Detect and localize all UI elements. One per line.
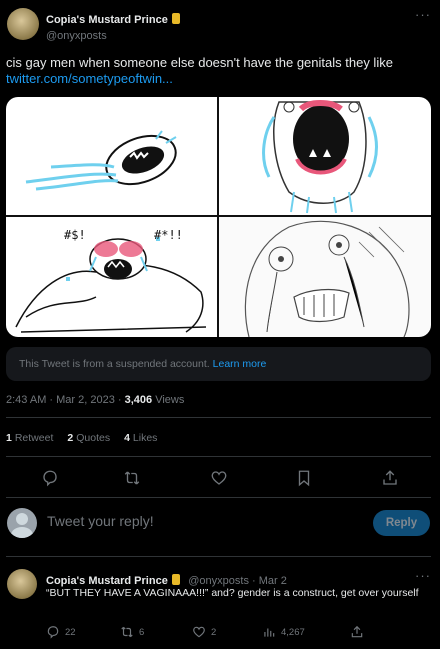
media-text-symbols-left: #$! (64, 228, 86, 242)
reply-icon[interactable] (41, 469, 59, 487)
retweets-stat[interactable]: 1 Retweet (6, 432, 53, 444)
verified-badge-icon (171, 13, 180, 24)
bookmark-icon[interactable] (295, 469, 313, 487)
reply-button[interactable]: Reply (373, 510, 430, 536)
media-image-3[interactable]: #$! #*!! (6, 217, 217, 337)
retweet-icon[interactable] (123, 469, 141, 487)
learn-more-link[interactable]: Learn more (213, 358, 267, 370)
reply-text: “BUT THEY HAVE A VAGINAAA!!!” and? gende… (46, 587, 419, 599)
like-icon[interactable] (210, 469, 228, 487)
tweet-meta: 2:43 AM · Mar 2, 2023 · 3,406 Views (6, 394, 184, 406)
quotes-stat[interactable]: 2 Quotes (67, 432, 110, 444)
replies-count: 22 (65, 626, 76, 638)
tweet-link[interactable]: twitter.com/sometypeoftwin... (6, 71, 173, 86)
views-label: Views (152, 394, 185, 406)
share-icon[interactable] (381, 469, 399, 487)
media-image-2[interactable] (219, 97, 431, 215)
reply-views[interactable]: 4,267 (262, 625, 305, 639)
views-count: 4,267 (281, 626, 305, 638)
reply-author-avatar[interactable] (7, 569, 37, 599)
reply-icon (47, 626, 59, 639)
reply-composer: Tweet your reply! Reply (0, 505, 440, 541)
more-options-icon[interactable]: ··· (415, 7, 431, 22)
divider (6, 497, 431, 498)
action-bar (0, 465, 440, 491)
reply-likes[interactable]: 2 (192, 625, 216, 639)
verified-badge-icon (171, 574, 180, 585)
author-avatar[interactable] (7, 8, 39, 40)
reply-action-bar: 22 6 2 4,267 (0, 625, 440, 639)
divider (6, 456, 431, 457)
media-image-1[interactable] (6, 97, 217, 215)
media-image-4[interactable] (219, 217, 431, 337)
timestamp[interactable]: 2:43 AM · Mar 2, 2023 · (6, 394, 125, 406)
likes-stat[interactable]: 4 Likes (124, 432, 157, 444)
share-icon[interactable] (350, 625, 364, 639)
suspended-notice: This Tweet is from a suspended account. … (6, 347, 431, 381)
author-handle[interactable]: @onyxposts (46, 30, 180, 42)
divider (6, 417, 431, 418)
author-name[interactable]: Copia's Mustard Prince (46, 14, 168, 26)
tweet-text: cis gay men when someone else doesn't ha… (6, 55, 393, 70)
more-options-icon[interactable]: ··· (415, 568, 431, 583)
views-count: 3,406 (124, 394, 153, 406)
media-text-symbols-right: #*!! (154, 228, 183, 242)
like-icon (193, 626, 205, 638)
reply-retweets[interactable]: 6 (120, 625, 144, 639)
media-grid[interactable]: #$! #*!! (6, 97, 431, 337)
views-icon (264, 628, 275, 637)
reply-replies[interactable]: 22 (46, 625, 76, 639)
retweet-icon (121, 626, 133, 638)
reply-input[interactable]: Tweet your reply! (47, 513, 154, 529)
likes-count: 2 (211, 626, 217, 638)
suspended-notice-text: This Tweet is from a suspended account. (19, 358, 210, 370)
retweets-count: 6 (139, 626, 145, 638)
tweet-stats: 1 Retweet 2 Quotes 4 Likes (6, 432, 157, 444)
user-avatar (7, 508, 37, 538)
divider (6, 556, 431, 557)
